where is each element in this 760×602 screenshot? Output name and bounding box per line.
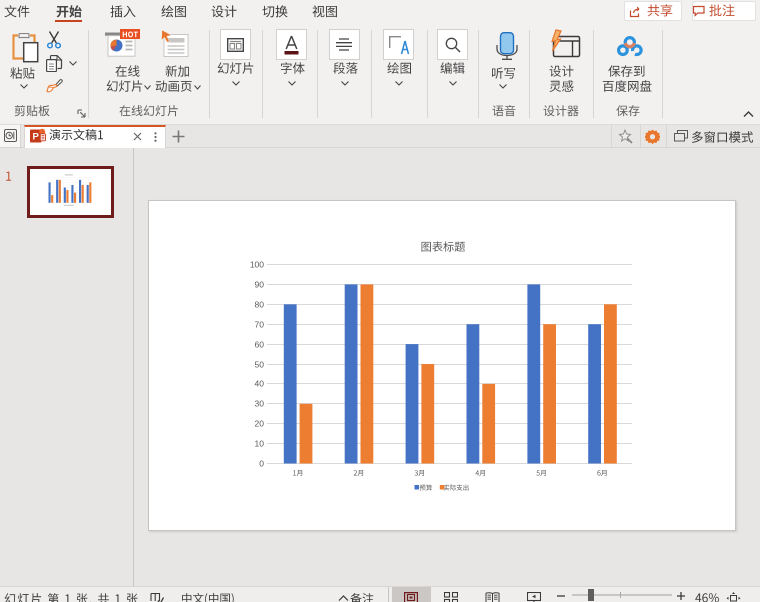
svg-text:30: 30	[255, 399, 265, 409]
svg-text:90: 90	[255, 280, 265, 290]
svg-text:0: 0	[259, 459, 264, 469]
svg-text:80: 80	[255, 300, 265, 310]
svg-text:20: 20	[255, 419, 265, 429]
svg-text:60: 60	[255, 340, 265, 350]
svg-text:10: 10	[255, 439, 265, 449]
svg-text:70: 70	[255, 320, 265, 330]
svg-text:50: 50	[255, 360, 265, 370]
svg-text:P: P	[33, 132, 40, 143]
svg-text:40: 40	[255, 379, 265, 389]
svg-text:100: 100	[250, 260, 264, 270]
